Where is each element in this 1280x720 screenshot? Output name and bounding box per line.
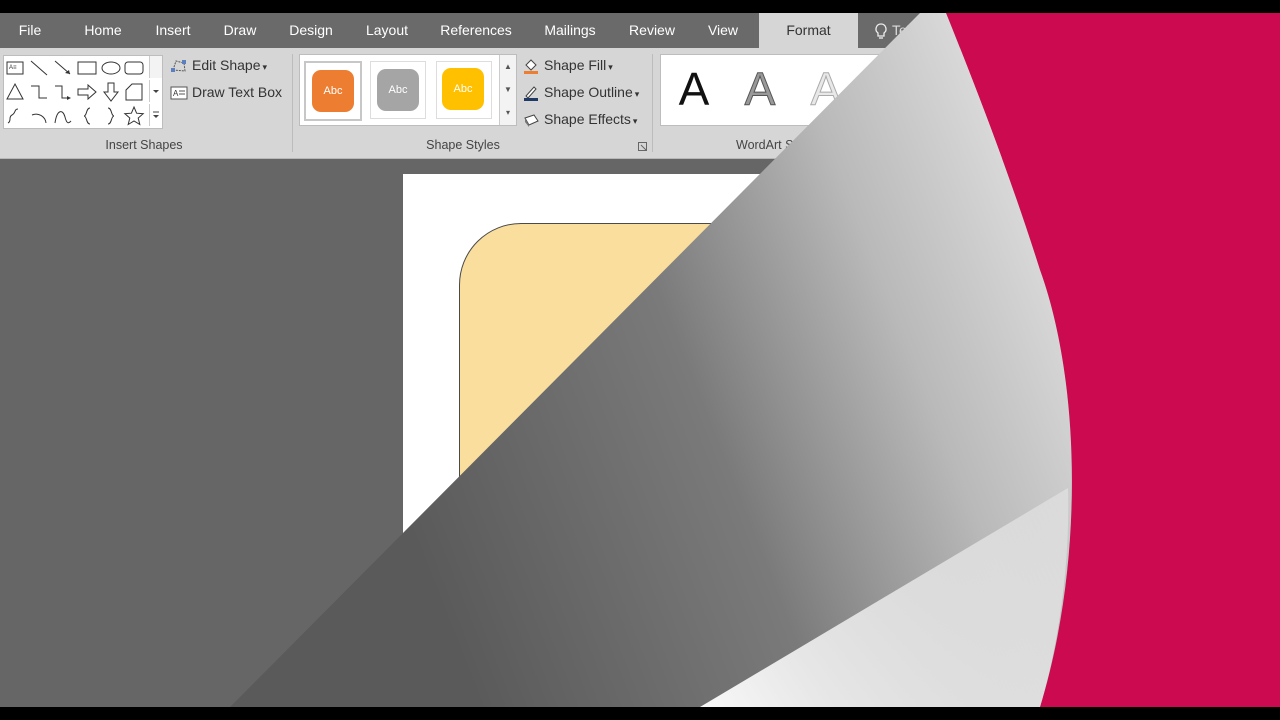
word-window: File Home Insert Draw Design Layout Refe…	[0, 0, 1280, 720]
bottom-letterbox	[0, 707, 1280, 720]
page-turn-transition	[230, 13, 1280, 707]
